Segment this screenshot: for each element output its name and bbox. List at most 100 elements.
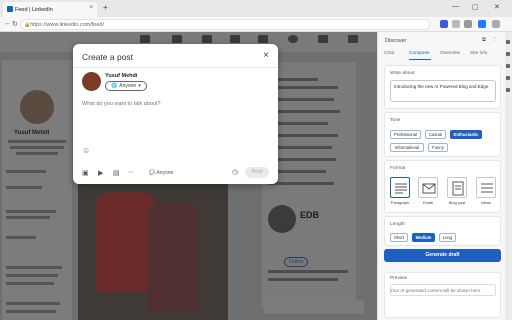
chevron-down-icon: ▾ [138,83,141,89]
profile-headline-line [8,140,66,143]
author-avatar [82,72,101,91]
open-new-tab-icon[interactable]: ⧉ [482,37,486,44]
preview-placeholder: Your AI generated content will be shown … [390,288,481,293]
preview-section: Preview Your AI generated content will b… [384,272,501,318]
groups-line [6,310,56,313]
extension-icon[interactable] [440,20,448,28]
refresh-icon[interactable]: ↻ [12,20,18,28]
schedule-clock-icon[interactable]: ◷ [232,168,238,176]
audience-label: Anyone [119,83,137,89]
tone-casual[interactable]: Casual [425,130,446,139]
format-paragraph-button[interactable] [390,177,410,198]
me-avatar-icon[interactable] [288,35,298,43]
work-grid-icon[interactable] [318,35,328,43]
create-post-dialog: Create a post × Yusuf Mehdi 🌐 Anyone ▾ W… [73,44,278,184]
length-short[interactable]: Short [390,233,408,242]
more-icon[interactable]: ··· [127,169,134,176]
jobs-icon[interactable] [202,35,212,43]
length-long[interactable]: Long [439,233,456,242]
profile-headline-line [10,146,64,149]
discover-panel: Discover ⧉ ⋮ Chat Compose Overview Site … [377,32,505,320]
recent-line [6,274,58,277]
recent-line [6,282,54,285]
panel-more-icon[interactable]: ⋮ [492,37,498,43]
news-line [268,134,338,137]
tone-enthusiastic[interactable]: Enthusiastic [450,130,482,139]
back-icon[interactable]: ← [4,20,11,27]
sidebar-search-icon[interactable] [506,40,510,44]
linkedin-favicon-icon [7,6,13,12]
post-button[interactable]: Post [245,167,269,178]
format-ideas-label: Ideas [481,200,491,205]
audience-selector[interactable]: 🌐 Anyone ▾ [105,81,147,91]
tone-funny[interactable]: Funny [428,143,448,152]
write-about-input[interactable]: Introducing the new AI Powered Bing and … [390,80,496,102]
recent-line [6,266,62,269]
ad-text-line [268,270,348,273]
close-icon[interactable]: × [263,50,269,61]
edb-logo: EDB [300,210,320,220]
preview-label: Preview [390,276,408,281]
format-blog-post-button[interactable] [447,177,467,198]
active-tab-indicator [409,59,431,60]
tab-compose[interactable]: Compose [409,51,430,56]
person-shape [96,192,156,292]
favorites-icon[interactable] [452,20,460,28]
url-text: https://www.linkedin.com/feed/ [30,22,104,28]
ad-follow-button[interactable]: Follow [284,257,308,267]
settings-menu-icon[interactable] [492,20,500,28]
sidebar-office-icon[interactable] [506,88,510,92]
advertise-icon[interactable] [348,35,358,43]
collections-icon[interactable] [464,20,472,28]
close-window-button[interactable]: ✕ [494,3,500,11]
post-text-input[interactable]: What do you want to talk about? [82,101,267,107]
news-line [268,158,336,161]
address-bar-row: ← ↻ 🔒 https://www.linkedin.com/feed/ [0,17,512,32]
news-line [268,86,338,89]
profile-name[interactable]: Yusuf Mehdi [14,130,49,136]
feed-post-image[interactable] [78,182,228,320]
email-icon [422,183,436,194]
sidebar-tools-icon[interactable] [506,64,510,68]
tone-professional[interactable]: Professional [390,130,421,139]
notifications-icon[interactable] [258,35,268,43]
length-section: Length Short Medium Long [384,216,501,246]
document-icon[interactable]: ▤ [113,169,120,177]
format-email-button[interactable] [418,177,438,198]
sidebar-games-icon[interactable] [506,76,510,80]
home-icon[interactable] [140,35,150,43]
video-icon[interactable]: ▶ [98,169,103,177]
browser-tab[interactable]: Feed | LinkedIn × [3,2,97,17]
messaging-bar[interactable] [264,300,364,314]
ad-avatar [268,205,296,233]
emoji-icon[interactable]: ☺ [82,146,90,155]
profile-avatar[interactable] [20,90,54,124]
ad-text-line [268,278,338,281]
blog-post-icon [452,181,464,196]
format-ideas-button[interactable] [476,177,496,198]
sidebar-shopping-icon[interactable] [506,52,510,56]
length-medium[interactable]: Medium [412,233,435,242]
tab-site-info[interactable]: Site info [470,51,487,56]
tone-section: Tone Professional Casual Enthusiastic In… [384,112,501,157]
tab-chat[interactable]: Chat [384,51,394,56]
messaging-icon[interactable] [230,35,240,43]
dialog-title: Create a post [82,52,134,62]
network-icon[interactable] [172,35,182,43]
divider [73,67,278,68]
comment-audience[interactable]: 💬 Anyone [149,170,173,176]
new-tab-button[interactable]: + [103,3,108,12]
format-paragraph-label: Paragraph [390,200,410,205]
promo-line [6,216,50,219]
generate-draft-button[interactable]: Generate draft [384,249,501,262]
discover-sidebar-icon[interactable] [478,20,486,28]
tab-overview[interactable]: Overview [440,51,460,56]
tone-informational[interactable]: Informational [390,143,424,152]
news-line [268,110,340,113]
maximize-button[interactable]: ▢ [472,3,479,11]
photo-icon[interactable]: ▣ [82,169,89,177]
tab-close-icon[interactable]: × [89,5,93,11]
globe-icon: 🌐 [111,83,118,89]
minimize-button[interactable]: — [452,3,459,10]
url-field[interactable]: 🔒 https://www.linkedin.com/feed/ [20,19,430,30]
